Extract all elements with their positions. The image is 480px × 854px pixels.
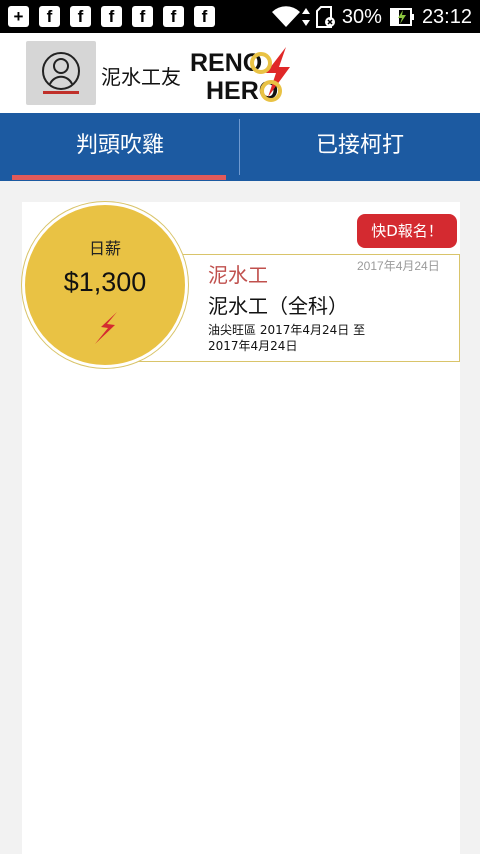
job-title: 泥水工（全科） (208, 294, 348, 318)
battery-percent: 30% (341, 6, 382, 28)
data-transfer-icon (301, 8, 310, 26)
daily-wage-badge: 日薪 $1,300 (22, 202, 188, 368)
sd-card-icon (315, 6, 335, 28)
clock: 23:12 (421, 6, 472, 28)
wage-amount: $1,300 (63, 267, 147, 297)
posted-date: 2017年4月24日 (357, 259, 440, 273)
active-tab-indicator (12, 175, 226, 180)
job-location-dates: 油尖旺區 2017年4月24日 至 2017年4月24日 (208, 323, 366, 353)
facebook-icon: f (101, 6, 122, 27)
battery-charging-icon (389, 8, 414, 26)
job-card[interactable]: 日薪 $1,300 快D報名！ 2017年4月24日 泥水工 泥水工（全科） 油… (22, 202, 460, 368)
facebook-icon: f (163, 6, 184, 27)
notification-icons: + f f f f f f (8, 6, 215, 27)
signup-button[interactable]: 快D報名！ (357, 214, 457, 248)
tab-open-jobs[interactable]: 判頭吹雞 (0, 113, 240, 181)
app-header: 泥水工友 RENO HERO (0, 33, 480, 113)
profile-avatar[interactable] (26, 41, 96, 105)
facebook-icon: f (132, 6, 153, 27)
tab-accepted-orders[interactable]: 已接柯打 (240, 113, 480, 181)
brand-name: 泥水工友 (101, 65, 181, 89)
job-list: 日薪 $1,300 快D報名！ 2017年4月24日 泥水工 泥水工（全科） 油… (22, 202, 460, 854)
wage-label: 日薪 (88, 239, 121, 258)
reno-hero-logo: RENO HERO (190, 47, 290, 105)
status-bar: + f f f f f f 30% 23:12 (0, 0, 480, 33)
add-icon: + (8, 6, 29, 27)
user-icon (42, 52, 80, 94)
lightning-icon (95, 312, 117, 344)
facebook-icon: f (70, 6, 91, 27)
facebook-icon: f (194, 6, 215, 27)
job-category: 泥水工 (208, 263, 268, 287)
tab-bar: 判頭吹雞 已接柯打 (0, 113, 480, 181)
wifi-icon (271, 6, 300, 28)
facebook-icon: f (39, 6, 60, 27)
